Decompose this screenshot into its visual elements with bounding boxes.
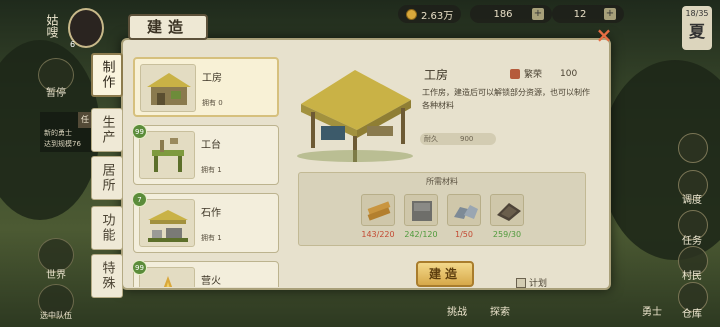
checkbox-icon[interactable]: [516, 277, 526, 288]
warrior-label[interactable]: 勇士: [642, 303, 662, 318]
building-name: 石作: [201, 208, 221, 219]
world-label: 世界: [46, 270, 66, 281]
stonework-thumbnail: [139, 199, 195, 247]
building-card-workshop[interactable]: 工房 拥有 0: [133, 57, 279, 117]
cloth-icon[interactable]: [490, 194, 524, 226]
explore-label[interactable]: 探索: [490, 303, 510, 318]
workbench-thumbnail: [139, 131, 195, 179]
season-indicator[interactable]: 18/35 夏: [682, 6, 712, 50]
prosperity-stat: 繁荣 100: [510, 67, 577, 80]
task-label: 任务: [682, 236, 702, 247]
building-description: 工作房，建造后可以解锁部分资源，也可以制作各种材料: [422, 88, 590, 110]
player-level: 6: [70, 40, 76, 49]
plan-label: 计划: [529, 279, 548, 289]
team-label: 选中队伍: [40, 311, 72, 320]
top-hud: 2.63万 186 + 12 + 18/35 夏: [0, 0, 720, 50]
iron-ore-icon[interactable]: [447, 194, 481, 226]
stat-b-value: 12: [573, 8, 587, 20]
prosperity-label: 繁荣: [524, 70, 543, 80]
close-icon[interactable]: ×: [595, 25, 613, 45]
stat-a-value: 186: [493, 8, 513, 20]
flower-menu-button[interactable]: [678, 133, 708, 163]
prosperity-value: 100: [560, 68, 578, 79]
villager-label: 村民: [682, 271, 702, 282]
durability-bar: 耐久 900: [420, 133, 496, 145]
durability-value: 900: [460, 135, 474, 143]
stone-block-icon[interactable]: [404, 194, 438, 226]
building-list[interactable]: 工房 拥有 0 99 工台 拥有 1 7 石作 拥有 1 99 营火: [133, 55, 281, 287]
dispatch-label: 调度: [682, 195, 702, 206]
building-owned: 拥有 1: [201, 234, 222, 242]
season-word: 夏: [688, 22, 705, 41]
building-card-campfire[interactable]: 99 营火: [133, 260, 279, 287]
coin-icon: [406, 8, 417, 20]
plan-checkbox[interactable]: 计划: [516, 276, 547, 289]
build-button[interactable]: 建造: [416, 261, 474, 287]
dialog-title: 建造: [128, 14, 208, 40]
warehouse-label: 仓库: [682, 309, 702, 320]
building-owned: 拥有 0: [202, 99, 223, 107]
required-materials-panel: 所需材料 143/220 242/120 1/50 259/30: [298, 172, 586, 246]
building-owned: 拥有 1: [201, 166, 222, 174]
building-card-stonework[interactable]: 7 石作 拥有 1: [133, 192, 279, 253]
pause-label: 暂停: [46, 88, 66, 99]
building-name: 工台: [201, 140, 221, 151]
currency-display: 2.63万: [398, 5, 462, 23]
tab-special[interactable]: 特殊: [91, 254, 123, 298]
building-preview-image: [293, 60, 417, 164]
material-count-value: 242/120: [404, 230, 438, 239]
wood-plank-icon[interactable]: [361, 194, 395, 226]
prosperity-icon: [510, 68, 520, 79]
workshop-thumbnail: [140, 64, 196, 112]
tab-production[interactable]: 生产: [91, 108, 123, 152]
tab-residence[interactable]: 居所: [91, 156, 123, 200]
player-name: 姑嗖: [45, 14, 59, 38]
campfire-thumbnail: [139, 267, 195, 287]
selected-building-name: 工房: [424, 68, 449, 82]
tab-function[interactable]: 功能: [91, 206, 123, 250]
durability-label: 耐久: [424, 135, 438, 143]
building-name: 营火: [201, 276, 221, 287]
tab-crafting[interactable]: 制作: [91, 53, 123, 97]
material-count: 259/30: [492, 230, 522, 239]
stat-b-display: 12 +: [552, 5, 624, 23]
add-button[interactable]: +: [532, 8, 544, 20]
materials-title: 所需材料: [426, 177, 458, 186]
challenge-label[interactable]: 挑战: [447, 303, 467, 318]
building-card-workbench[interactable]: 99 工台 拥有 1: [133, 124, 279, 185]
building-name: 工房: [202, 73, 222, 84]
season-date: 18/35: [685, 9, 709, 18]
add-button[interactable]: +: [604, 8, 616, 20]
quest-tab[interactable]: 任: [78, 112, 92, 128]
currency-value: 2.63万: [421, 10, 454, 22]
stat-a-display: 186 +: [470, 5, 552, 23]
